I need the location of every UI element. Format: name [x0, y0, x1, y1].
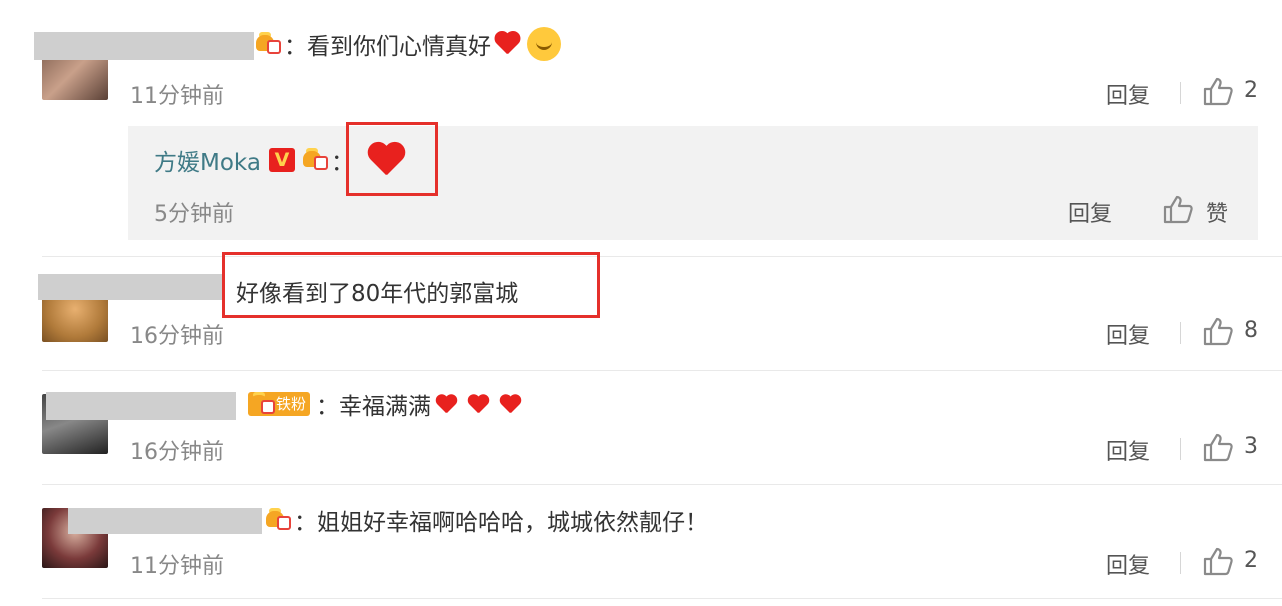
highlight-box — [222, 252, 600, 318]
redacted-username — [46, 392, 236, 420]
heart-emoji — [435, 394, 457, 414]
like-thumb-icon[interactable] — [1202, 432, 1234, 462]
timestamp: 16分钟前 — [130, 324, 224, 349]
member-crown-icon — [264, 507, 294, 533]
verified-v-badge: V — [268, 148, 295, 172]
like-count: 2 — [1244, 78, 1258, 103]
like-label[interactable]: 赞 — [1206, 196, 1228, 228]
reply-button[interactable]: 回复 — [1106, 318, 1150, 350]
comment-text: ：姐姐好幸福啊哈哈哈，城城依然靓仔！ — [294, 510, 708, 536]
separator — [42, 370, 1282, 371]
fan-badge: 铁粉 — [248, 391, 311, 417]
member-crown-icon — [301, 147, 331, 173]
like-thumb-icon[interactable] — [1162, 194, 1194, 224]
separator — [42, 484, 1282, 485]
member-crown-icon — [254, 31, 284, 57]
like-thumb-icon[interactable] — [1202, 316, 1234, 346]
reply-button[interactable]: 回复 — [1106, 434, 1150, 466]
divider — [1180, 82, 1181, 104]
member-crown-icon — [248, 391, 278, 417]
like-count: 8 — [1244, 318, 1258, 343]
timestamp: 16分钟前 — [130, 440, 224, 465]
divider — [1180, 552, 1181, 574]
like-thumb-icon[interactable] — [1202, 76, 1234, 106]
redacted-username — [38, 274, 224, 300]
like-count: 2 — [1244, 548, 1258, 573]
comment-text: ：幸福满满 — [316, 394, 432, 420]
reply-timestamp: 5分钟前 — [154, 202, 234, 227]
like-count: 3 — [1244, 434, 1258, 459]
reply-button[interactable]: 回复 — [1106, 78, 1150, 110]
like-thumb-icon[interactable] — [1202, 546, 1234, 576]
divider — [1180, 438, 1181, 460]
divider — [1180, 322, 1181, 344]
reply-button[interactable]: 回复 — [1106, 548, 1150, 580]
highlight-box — [346, 122, 438, 196]
smile-emoji — [527, 27, 561, 61]
reply-author-link[interactable]: 方媛Moka — [154, 143, 261, 177]
heart-emoji — [467, 394, 489, 414]
redacted-username — [34, 32, 254, 60]
comment-text: ：看到你们心情真好 — [284, 34, 491, 60]
timestamp: 11分钟前 — [130, 84, 224, 109]
timestamp: 11分钟前 — [130, 554, 224, 579]
heart-emoji — [499, 394, 521, 414]
separator — [42, 598, 1282, 599]
heart-emoji — [493, 31, 521, 57]
redacted-username — [68, 508, 262, 534]
reply-reply-button[interactable]: 回复 — [1068, 196, 1112, 228]
